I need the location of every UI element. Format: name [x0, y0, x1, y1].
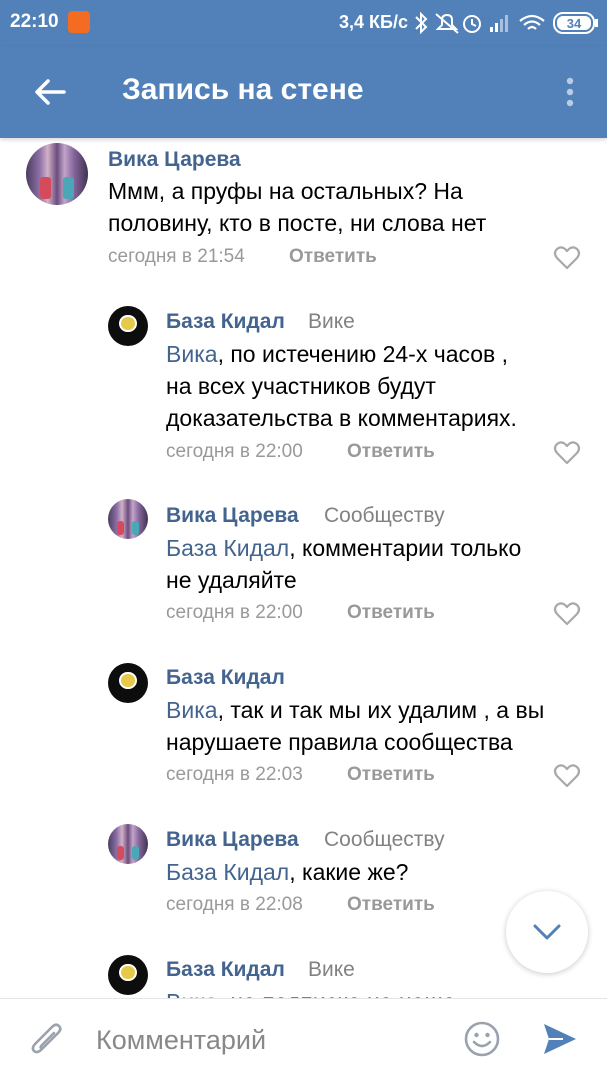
comment-time: сегодня в 21:54: [108, 246, 245, 267]
mute-icon: [435, 13, 459, 34]
comment-text-line: доказательства в комментариях.: [166, 405, 517, 431]
comment-time: сегодня в 22:08: [166, 894, 303, 915]
comment-text: Ммм, а пруфы на остальных? На половину, …: [108, 175, 486, 239]
heart-icon[interactable]: [553, 763, 581, 789]
comment-time: сегодня в 22:00: [166, 441, 303, 462]
comment-item: Вика Царева Сообществу База Кидал, комме…: [0, 493, 607, 633]
alarm-icon: [463, 15, 481, 33]
comment-text-line: , не подписка на наше: [218, 989, 456, 998]
comment-text-line: , так и так мы их удалим , а вы: [217, 697, 545, 723]
avatar[interactable]: [108, 306, 148, 346]
reply-button[interactable]: Ответить: [347, 764, 435, 786]
reply-button[interactable]: Ответить: [289, 246, 377, 268]
comment-item: База Кидал Вике Вика, по истечению 24-х …: [0, 298, 607, 465]
send-icon[interactable]: [541, 1020, 579, 1058]
reply-to[interactable]: Сообществу: [324, 504, 445, 528]
comment-time: сегодня в 22:00: [166, 602, 303, 623]
mention-link[interactable]: База Кидал: [166, 859, 289, 885]
comment-item: База Кидал Вика, так и так мы их удалим …: [0, 655, 607, 795]
comment-time: сегодня в 22:03: [166, 764, 303, 785]
avatar[interactable]: [108, 955, 148, 995]
bluetooth-icon: [415, 11, 428, 35]
battery-level: 34: [567, 16, 582, 31]
avatar[interactable]: [108, 663, 148, 703]
avatar[interactable]: [108, 499, 148, 539]
comment-text: База Кидал, комментарии только не удаляй…: [166, 532, 521, 596]
comment-author[interactable]: База Кидал: [166, 666, 285, 690]
wifi-icon: [519, 14, 545, 30]
app-bar: Запись на стене: [0, 46, 607, 138]
status-bar: 22:10 3,4 КБ/с 34: [0, 0, 607, 46]
more-vertical-icon[interactable]: [556, 72, 584, 112]
comment-text-line: , по истечению 24-х часов ,: [217, 341, 509, 367]
mention-link[interactable]: Вика: [166, 697, 218, 723]
reply-button[interactable]: Ответить: [347, 894, 435, 916]
comment-text-line: , какие же?: [289, 859, 409, 885]
comment-text-line: , комментарии только: [289, 535, 522, 561]
signal-icon: [490, 15, 508, 32]
reply-button[interactable]: Ответить: [347, 602, 435, 624]
comment-author[interactable]: База Кидал: [166, 958, 285, 982]
reply-button[interactable]: Ответить: [347, 441, 435, 463]
comment-input[interactable]: [96, 1021, 436, 1059]
heart-icon[interactable]: [553, 440, 581, 466]
battery-icon: 34: [553, 12, 598, 34]
mention-link[interactable]: База Кидал: [166, 535, 289, 561]
comment-text-line: нарушаете правила сообщества: [166, 729, 513, 755]
comments-feed[interactable]: Вика Царева Ммм, а пруфы на остальных? Н…: [0, 138, 607, 998]
avatar[interactable]: [26, 143, 88, 205]
avatar[interactable]: [108, 824, 148, 864]
comment-text: База Кидал, какие же?: [166, 856, 408, 888]
comment-author[interactable]: Вика Царева: [108, 148, 241, 172]
comment-text: Вика, так и так мы их удалим , а вы нару…: [166, 694, 544, 758]
status-icons: 34: [415, 11, 598, 35]
chevron-down-icon: [533, 924, 561, 940]
paperclip-icon[interactable]: [30, 1021, 66, 1061]
comment-text: Вика, не подписка на наше: [166, 986, 456, 998]
comment-author[interactable]: Вика Царева: [166, 828, 299, 852]
network-speed: 3,4 КБ/с: [339, 12, 408, 32]
comment-text-line: на всех участников будут: [166, 373, 436, 399]
arrow-left-icon[interactable]: [30, 72, 70, 112]
heart-icon[interactable]: [553, 245, 581, 271]
comment-composer: [0, 998, 607, 1080]
reply-to[interactable]: Сообществу: [324, 828, 445, 852]
notification-icon: [68, 11, 90, 33]
heart-icon[interactable]: [553, 601, 581, 627]
reply-to[interactable]: Вике: [308, 310, 355, 334]
smile-icon[interactable]: [463, 1020, 501, 1058]
scroll-down-button[interactable]: [506, 891, 588, 973]
comment-text-line: половину, кто в посте, ни слова нет: [108, 210, 487, 236]
reply-to[interactable]: Вике: [308, 958, 355, 982]
mention-link[interactable]: Вика: [166, 989, 218, 998]
comment-item: Вика Царева Ммм, а пруфы на остальных? Н…: [0, 138, 607, 288]
mention-link[interactable]: Вика: [166, 341, 218, 367]
comment-text-line: не удаляйте: [166, 567, 297, 593]
comment-author[interactable]: База Кидал: [166, 310, 285, 334]
page-title: Запись на стене: [122, 73, 364, 106]
status-time: 22:10: [10, 11, 59, 32]
comment-text-line: Ммм, а пруфы на остальных? На: [108, 178, 463, 204]
comment-author[interactable]: Вика Царева: [166, 504, 299, 528]
comment-text: Вика, по истечению 24-х часов , на всех …: [166, 338, 517, 434]
